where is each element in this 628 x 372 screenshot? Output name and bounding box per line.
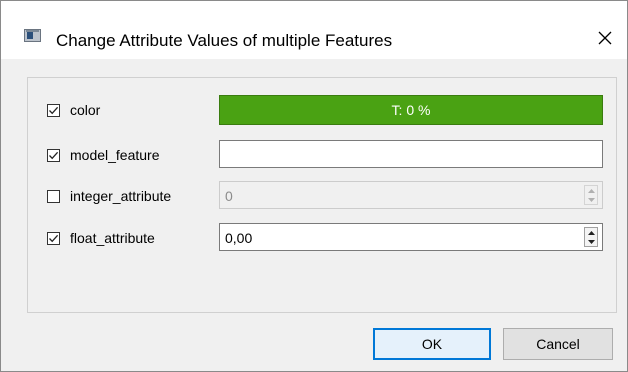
model-feature-label: model_feature xyxy=(70,147,160,163)
spin-up-button[interactable] xyxy=(585,228,597,237)
ok-button[interactable]: OK xyxy=(373,328,491,360)
triangle-down-icon xyxy=(587,197,595,202)
triangle-down-icon xyxy=(587,239,595,244)
close-button[interactable] xyxy=(585,21,625,55)
spin-down-button[interactable] xyxy=(585,237,597,246)
integer-attribute-value: 0 xyxy=(225,188,233,204)
triangle-up-icon xyxy=(587,230,595,235)
spin-up-button[interactable] xyxy=(585,186,597,195)
integer-attribute-spinbox[interactable]: 0 xyxy=(219,181,603,209)
triangle-up-icon xyxy=(587,188,595,193)
close-icon xyxy=(598,31,612,45)
model-feature-input[interactable] xyxy=(219,140,603,168)
model-feature-checkbox[interactable] xyxy=(47,149,60,162)
integer-attribute-label: integer_attribute xyxy=(70,188,172,204)
float-attribute-spinbox[interactable]: 0,00 xyxy=(219,223,603,251)
field-row-model-feature: model_feature xyxy=(28,140,616,168)
attributes-group: color T: 0 % model_feature integer_attri… xyxy=(27,77,617,313)
checkmark-icon xyxy=(49,234,59,243)
spin-down-button[interactable] xyxy=(585,195,597,204)
spin-buttons xyxy=(584,227,598,247)
checkmark-icon xyxy=(49,106,59,115)
title-bar[interactable]: Change Attribute Values of multiple Feat… xyxy=(1,1,627,59)
float-attribute-label: float_attribute xyxy=(70,230,155,246)
spin-buttons xyxy=(584,185,598,205)
color-checkbox[interactable] xyxy=(47,104,60,117)
integer-attribute-checkbox[interactable] xyxy=(47,190,60,203)
dialog-title: Change Attribute Values of multiple Feat… xyxy=(56,31,393,50)
field-row-integer-attribute: integer_attribute 0 xyxy=(28,181,616,209)
float-attribute-checkbox[interactable] xyxy=(47,232,60,245)
cancel-button[interactable]: Cancel xyxy=(503,328,613,360)
dialog-window: Change Attribute Values of multiple Feat… xyxy=(0,0,628,372)
field-row-color: color T: 0 % xyxy=(28,95,616,125)
float-attribute-value: 0,00 xyxy=(225,230,253,246)
color-picker-button[interactable]: T: 0 % xyxy=(219,95,603,125)
window-icon xyxy=(24,29,41,42)
checkmark-icon xyxy=(49,151,59,160)
color-label: color xyxy=(70,102,101,118)
field-row-float-attribute: float_attribute 0,00 xyxy=(28,223,616,251)
